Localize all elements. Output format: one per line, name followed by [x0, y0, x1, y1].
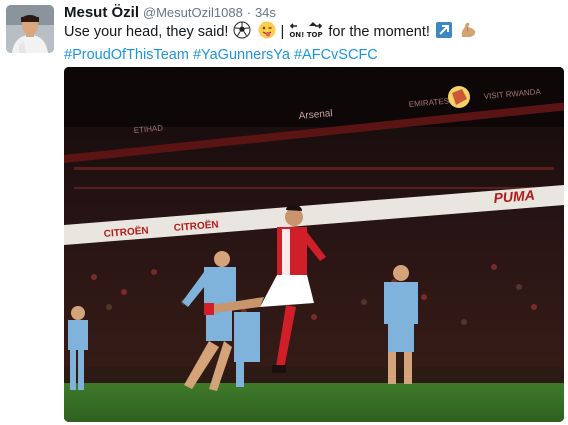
tweet-photo[interactable]: CITROËN CITROËN PUMA Arsenal ETIHAD EMIR… [64, 67, 564, 422]
tweet-text-part-2: for the moment! [328, 24, 430, 40]
on-top-emoji-label: ON! TOP [290, 31, 323, 39]
timestamp[interactable]: 34s [255, 5, 276, 20]
soccer-ball-emoji-icon [233, 21, 251, 45]
board-sign-puma: PUMA [493, 187, 535, 206]
separator-dot: · [246, 5, 252, 20]
tweet-line-2: #ProudOfThisTeam #YaGunnersYa #AFCvSCFC [64, 45, 564, 65]
tweet-line-1: Use your head, they said! | ON! TOP for … [64, 21, 564, 45]
author-name[interactable]: Mesut Özil [64, 4, 139, 21]
author-handle[interactable]: @MesutOzil1088 [143, 5, 243, 20]
up-right-arrow-emoji-icon [435, 21, 453, 45]
tweet-text-part-1: Use your head, they said! [64, 24, 229, 40]
hashtag-proud-of-this-team[interactable]: #ProudOfThisTeam [64, 47, 189, 63]
match-photo: CITROËN CITROËN PUMA Arsenal ETIHAD EMIR… [64, 67, 564, 422]
on-top-arrow-emoji-icon: ON! TOP [289, 21, 323, 45]
hashtag-ya-gunners-ya[interactable]: #YaGunnersYa [193, 47, 290, 63]
tweet-header: Mesut Özil @MesutOzil1088 · 34s [64, 3, 276, 22]
avatar[interactable] [6, 5, 54, 53]
hashtag-afc-v-scfc[interactable]: #AFCvSCFC [294, 47, 378, 63]
tweet-text-separator: | [280, 24, 285, 40]
flexed-biceps-emoji-icon [459, 21, 477, 45]
avatar-image [6, 5, 54, 53]
winking-tongue-face-emoji-icon [258, 21, 276, 45]
tweet-text: Use your head, they said! | ON! TOP for … [64, 21, 564, 65]
